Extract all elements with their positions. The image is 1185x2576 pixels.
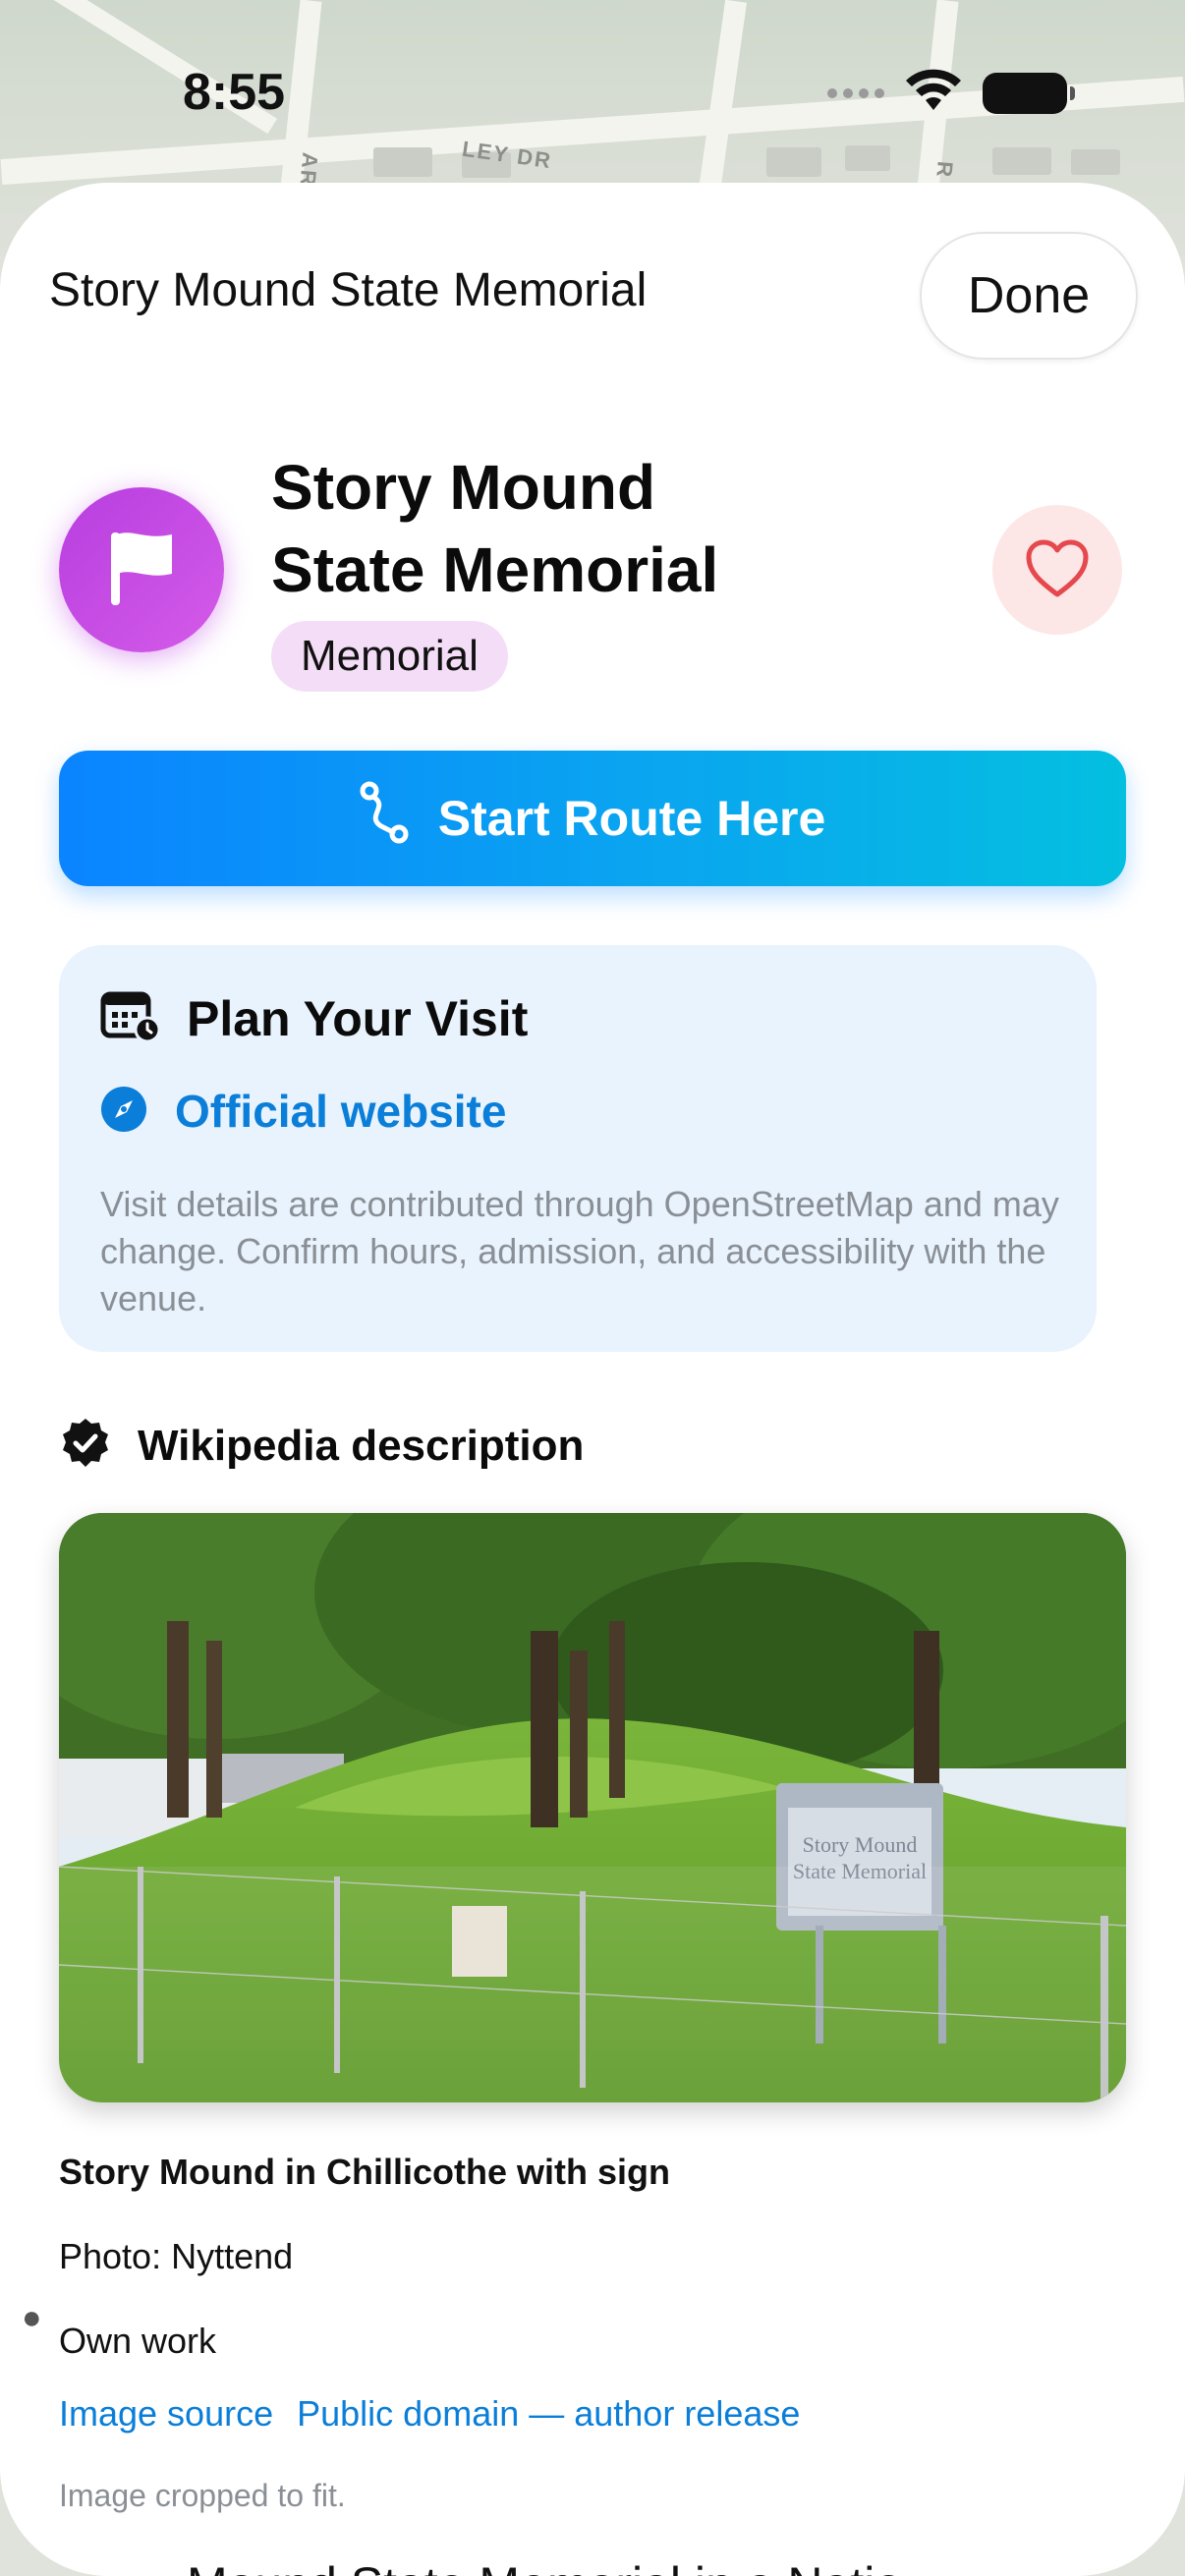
calendar-clock-icon (100, 988, 161, 1048)
image-source-link[interactable]: Image source (59, 2393, 273, 2435)
photo-credit: Photo: Nyttend (59, 2236, 294, 2276)
sign-text: Story Mound (803, 1832, 918, 1857)
heart-icon (1025, 539, 1090, 601)
start-route-label: Start Route Here (437, 791, 826, 846)
wikipedia-photo[interactable]: Story Mound State Memorial (59, 1513, 1126, 2102)
mound-photo-illustration: Story Mound State Memorial (59, 1513, 1126, 2102)
start-route-button[interactable]: Start Route Here (59, 751, 1126, 886)
license-link[interactable]: Public domain — author release (297, 2393, 800, 2435)
poi-category-badge (59, 487, 224, 652)
wikipedia-title: Wikipedia description (138, 1421, 585, 1470)
place-detail-sheet: Story Mound State Memorial Done Story Mo… (0, 183, 1185, 2576)
official-website-link[interactable]: Official website (100, 1085, 506, 1138)
official-website-label: Official website (175, 1086, 507, 1137)
verified-badge-icon (59, 1417, 112, 1475)
plan-visit-title: Plan Your Visit (187, 990, 529, 1046)
visit-disclaimer: Visit details are contributed through Op… (100, 1184, 1059, 1318)
next-section-peek: Mound State Memorial in a Natio (187, 2556, 902, 2576)
flag-icon (103, 527, 180, 614)
place-title-line: State Memorial (271, 534, 719, 605)
place-title-line: Story Mound (271, 452, 656, 523)
wifi-icon (904, 69, 963, 117)
place-title: Story Mound State Memorial (271, 446, 861, 611)
plan-visit-header: Plan Your Visit (100, 988, 528, 1048)
cellular-signal-icon (827, 87, 884, 98)
sheet-header-title: Story Mound State Memorial (49, 264, 648, 316)
apple-maps-logo-icon: ● (22, 2299, 42, 2336)
category-badge: Memorial (271, 621, 508, 692)
status-time: 8:55 (183, 64, 286, 121)
photo-caption: Story Mound in Chillicothe with sign (59, 2152, 670, 2192)
battery-icon (983, 72, 1075, 114)
photo-links: Image source Public domain — author rele… (59, 2393, 800, 2435)
status-icons (827, 69, 1075, 117)
crop-note: Image cropped to fit. (59, 2478, 346, 2513)
done-button[interactable]: Done (920, 232, 1138, 360)
compass-icon (100, 1086, 147, 1138)
favorite-button[interactable] (992, 505, 1122, 635)
status-bar: 8:55 (0, 0, 1185, 177)
photo-license-note: Own work (59, 2321, 217, 2361)
plan-visit-card: Plan Your Visit Official website Visit d… (59, 945, 1097, 1352)
wikipedia-header: Wikipedia description (59, 1417, 584, 1475)
route-icon (360, 781, 409, 856)
